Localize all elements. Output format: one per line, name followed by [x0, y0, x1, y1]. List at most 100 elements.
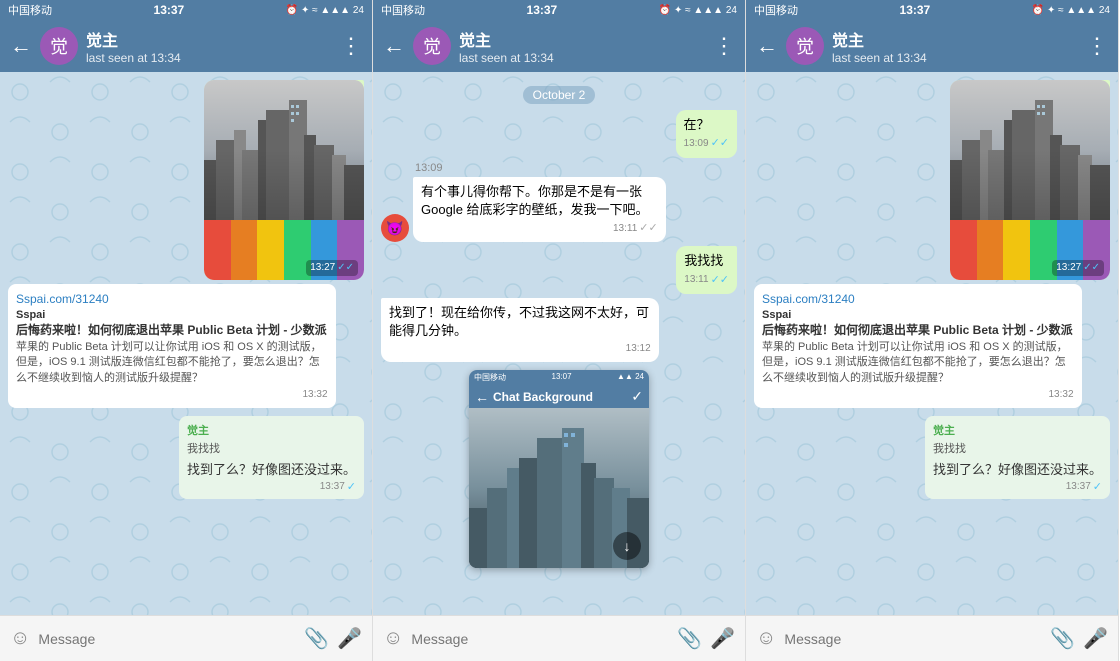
quote-text-3: 我找找 — [933, 440, 1102, 456]
contact-info-2: 觉主 last seen at 13:34 — [459, 27, 705, 65]
chat-header-1: ← 觉 觉主 last seen at 13:34 ⋮ — [0, 20, 372, 72]
image-bubble-3: 13:27 ✓✓ — [950, 80, 1110, 280]
contact-info-3: 觉主 last seen at 13:34 — [832, 27, 1078, 65]
link-time-3: 13:32 — [762, 389, 1074, 400]
link-url[interactable]: Sspai.com/31240 — [16, 292, 328, 306]
avatar-1: 觉 — [40, 27, 78, 65]
image-meta: 13:27 ✓✓ — [306, 260, 358, 276]
link-url-3[interactable]: Sspai.com/31240 — [762, 292, 1074, 306]
status-bar-2: 中国移动 13:37 ⏰ ✦ ≈ ▲▲▲ 24 — [373, 0, 745, 20]
quote-meta-3: 13:37 ✓ — [933, 480, 1102, 493]
menu-button-3[interactable]: ⋮ — [1086, 33, 1108, 59]
bottom-bar-2: ☺ 📎 🎤 — [373, 615, 745, 661]
chatbg-title: Chat Background — [493, 390, 627, 404]
meta-in1: 13:11 ✓✓ — [421, 221, 658, 236]
microphone-icon-1[interactable]: 🎤 — [337, 626, 362, 651]
link-body: 苹果的 Public Beta 计划可以让你试用 iOS 和 OS X 的测试版… — [16, 340, 328, 386]
quote-main-3: 找到了么？好像图还没过来。 — [933, 459, 1102, 478]
chat-body-3[interactable]: 13:27 ✓✓ Sspai.com/31240 Sspai 后悔药来啦！如何彻… — [746, 72, 1118, 615]
panel-left: 中国移动 13:37 ⏰ ✦ ≈ ▲▲▲ 24 ← 觉 觉主 last seen… — [0, 0, 373, 661]
link-card[interactable]: Sspai.com/31240 Sspai 后悔药来啦！如何彻底退出苹果 Pub… — [8, 284, 336, 408]
attachment-icon-2[interactable]: 📎 — [677, 626, 702, 651]
emoji-icon-2[interactable]: ☺ — [383, 627, 403, 650]
link-title-3: 后悔药来啦！如何彻底退出苹果 Public Beta 计划 - 少数派 — [762, 321, 1074, 338]
meta-in2: 13:12 — [389, 342, 651, 356]
time-3: 13:37 — [900, 3, 931, 17]
msg-row-quote: 觉主 我找找 找到了么？好像图还没过来。 13:37 ✓ — [8, 416, 364, 499]
icons-2: ⏰ ✦ ≈ ▲▲▲ 24 — [659, 5, 737, 16]
carrier-1: 中国移动 — [8, 2, 52, 18]
back-button-3[interactable]: ← — [756, 35, 778, 57]
panel-right: 中国移动 13:37 ⏰ ✦ ≈ ▲▲▲ 24 ← 觉 觉主 last seen… — [746, 0, 1119, 661]
double-check-icon-3: ✓✓ — [1083, 261, 1100, 275]
city-svg — [204, 80, 364, 220]
message-input-3[interactable] — [784, 631, 1042, 647]
quote-text: 我找找 — [187, 440, 356, 456]
contact-name-3: 觉主 — [832, 27, 1078, 51]
phone-check-icon: ✓ — [631, 388, 643, 405]
link-source: Sspai — [16, 309, 328, 321]
status-bar-3: 中国移动 13:37 ⏰ ✦ ≈ ▲▲▲ 24 — [746, 0, 1118, 20]
microphone-icon-2[interactable]: 🎤 — [710, 626, 735, 651]
link-card-3[interactable]: Sspai.com/31240 Sspai 后悔药来啦！如何彻底退出苹果 Pub… — [754, 284, 1082, 408]
carrier-3: 中国移动 — [754, 2, 798, 18]
quote-bubble: 觉主 我找找 找到了么？好像图还没过来。 13:37 ✓ — [179, 416, 364, 499]
panel-middle: 中国移动 13:37 ⏰ ✦ ≈ ▲▲▲ 24 ← 觉 觉主 last seen… — [373, 0, 746, 661]
carrier-2: 中国移动 — [381, 2, 425, 18]
menu-button-2[interactable]: ⋮ — [713, 33, 735, 59]
avatar-3: 觉 — [786, 27, 824, 65]
quote-meta: 13:37 ✓ — [187, 480, 356, 493]
msg-row-in2: 找到了！现在给你传，不过我这网不太好，可能得几分钟。 13:12 — [381, 298, 737, 362]
quote-header: 觉主 — [187, 422, 356, 438]
bubble-q1: 在？ 13:09 ✓✓ — [676, 110, 737, 158]
msg-row-image: 13:27 ✓✓ — [8, 80, 364, 280]
time-2: 13:37 — [527, 3, 558, 17]
link-time: 13:32 — [16, 389, 328, 400]
chat-body-1[interactable]: 13:27 ✓✓ Sspai.com/31240 Sspai 后悔药来啦！如何彻… — [0, 72, 372, 615]
chat-body-2[interactable]: October 2 在？ 13:09 ✓✓ 😈 13:09 有个事儿得你帮下。你… — [373, 72, 745, 615]
msg-row-link: Sspai.com/31240 Sspai 后悔药来啦！如何彻底退出苹果 Pub… — [8, 284, 364, 412]
contact-status-3: last seen at 13:34 — [832, 51, 1078, 65]
phone-header: ← Chat Background ✓ — [469, 385, 649, 408]
link-source-3: Sspai — [762, 309, 1074, 321]
date-label: October 2 — [381, 86, 737, 104]
single-check-icon: ✓ — [347, 480, 356, 493]
meta-out1: 13:11 ✓✓ — [684, 273, 729, 288]
back-button-2[interactable]: ← — [383, 35, 405, 57]
chat-header-2: ← 觉 觉主 last seen at 13:34 ⋮ — [373, 20, 745, 72]
single-check-icon-3: ✓ — [1093, 480, 1102, 493]
city-svg-3 — [950, 80, 1110, 220]
city-image-3 — [950, 80, 1110, 220]
menu-button-1[interactable]: ⋮ — [340, 33, 362, 59]
emoji-icon-3[interactable]: ☺ — [756, 627, 776, 650]
in1-time-top: 13:09 — [413, 162, 737, 174]
msg-row-quote-3: 觉主 我找找 找到了么？好像图还没过来。 13:37 ✓ — [754, 416, 1110, 499]
msg-row-in1: 😈 13:09 有个事儿得你帮下。你那是不是有一张 Google 给底彩字的壁纸… — [381, 162, 737, 243]
bubble-out1: 我找找 13:11 ✓✓ — [676, 246, 737, 294]
attachment-icon-1[interactable]: 📎 — [304, 626, 329, 651]
back-button-1[interactable]: ← — [10, 35, 32, 57]
phone-mockup: 中国移动 13:07 ▲▲ 24 ← Chat Background ✓ — [469, 370, 649, 568]
msg-row-image-3: 13:27 ✓✓ — [754, 80, 1110, 280]
contact-info-1: 觉主 last seen at 13:34 — [86, 27, 332, 65]
message-input-2[interactable] — [411, 631, 669, 647]
city-image — [204, 80, 364, 220]
contact-name-1: 觉主 — [86, 27, 332, 51]
emoji-icon-1[interactable]: ☺ — [10, 627, 30, 650]
status-bar-1: 中国移动 13:37 ⏰ ✦ ≈ ▲▲▲ 24 — [0, 0, 372, 20]
microphone-icon-3[interactable]: 🎤 — [1083, 626, 1108, 651]
link-title: 后悔药来啦！如何彻底退出苹果 Public Beta 计划 - 少数派 — [16, 321, 328, 338]
message-input-1[interactable] — [38, 631, 296, 647]
image-bubble: 13:27 ✓✓ — [204, 80, 364, 280]
link-body-3: 苹果的 Public Beta 计划可以让你试用 iOS 和 OS X 的测试版… — [762, 340, 1074, 386]
attachment-icon-3[interactable]: 📎 — [1050, 626, 1075, 651]
contact-name-2: 觉主 — [459, 27, 705, 51]
image-meta-3: 13:27 ✓✓ — [1052, 260, 1104, 276]
contact-status-2: last seen at 13:34 — [459, 51, 705, 65]
msg-row-link-3: Sspai.com/31240 Sspai 后悔药来啦！如何彻底退出苹果 Pub… — [754, 284, 1110, 412]
icons-3: ⏰ ✦ ≈ ▲▲▲ 24 — [1032, 5, 1110, 16]
phone-body: ↓ — [469, 408, 649, 568]
chat-header-3: ← 觉 觉主 last seen at 13:34 ⋮ — [746, 20, 1118, 72]
time-1: 13:37 — [154, 3, 185, 17]
bubble-in2: 找到了！现在给你传，不过我这网不太好，可能得几分钟。 13:12 — [381, 298, 659, 362]
